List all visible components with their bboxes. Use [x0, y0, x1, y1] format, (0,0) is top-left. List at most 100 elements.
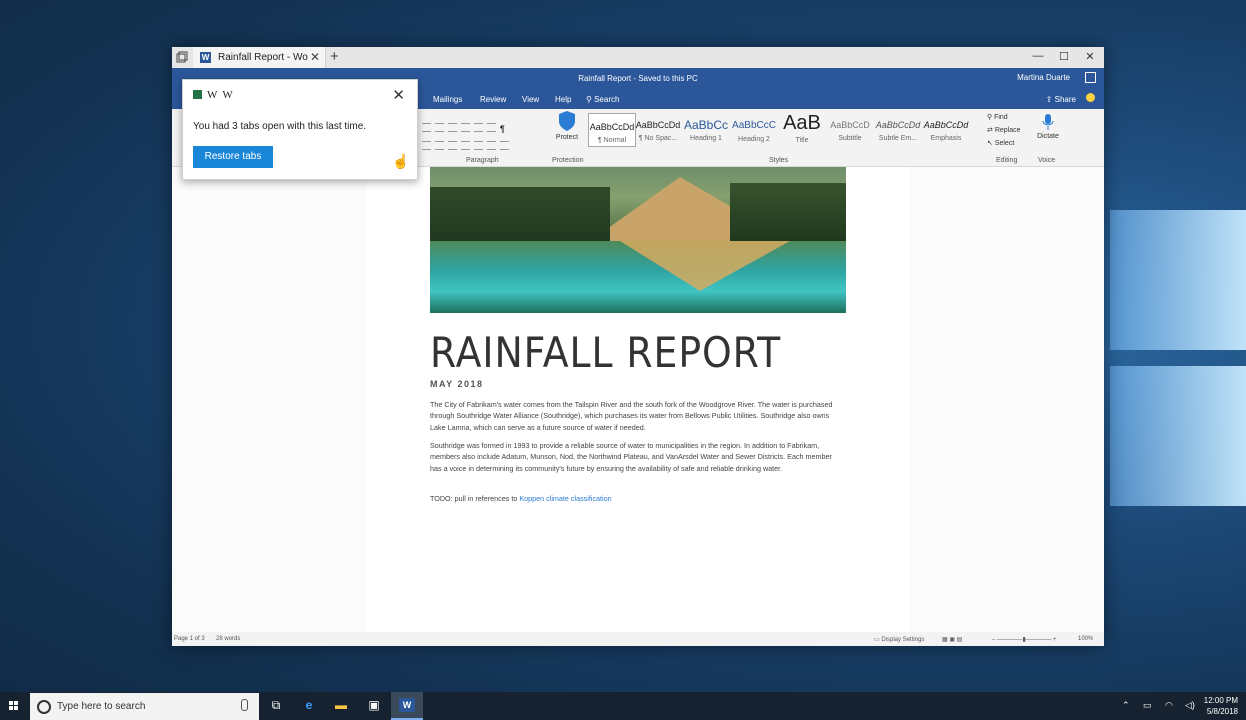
share-button[interactable]: ⇪ Share: [1046, 95, 1076, 104]
show-hidden-icons[interactable]: ⌃: [1122, 700, 1130, 711]
lake-photo: [430, 167, 846, 313]
find-label: Find: [994, 114, 1008, 121]
edge-icon[interactable]: e: [301, 698, 317, 714]
new-tab-button[interactable]: +: [330, 48, 339, 65]
clock-date: 5/8/2018: [1206, 707, 1238, 716]
file-explorer-icon[interactable]: ▬: [333, 698, 349, 714]
share-icon: ⇪: [1045, 95, 1055, 104]
style-subtitle[interactable]: AaBbCcD Subtitle: [827, 112, 873, 146]
style-sample: AaBbCc: [683, 118, 729, 132]
page-count[interactable]: Page 1 of 3: [174, 636, 205, 642]
replace-icon: ⇄: [987, 127, 995, 134]
style-normal[interactable]: AaBbCcDd ¶ Normal: [588, 113, 636, 147]
task-view-icon[interactable]: ⧉: [268, 698, 284, 714]
replace-button[interactable]: ⇄ Replace: [987, 126, 1021, 134]
word-taskbar-button[interactable]: W: [391, 692, 423, 720]
desktop-windows-logo: [1100, 200, 1246, 520]
style-no-spacing[interactable]: AaBbCcDd ¶ No Spac...: [635, 112, 681, 146]
wifi-icon[interactable]: ◠: [1165, 700, 1173, 711]
restore-tabs-button[interactable]: Restore tabs: [193, 146, 273, 168]
tab-view[interactable]: View: [522, 95, 539, 104]
group-label-styles: Styles: [769, 157, 789, 164]
protect-label: Protect: [555, 134, 579, 141]
tell-me-label: Search: [594, 95, 620, 104]
word-doc-icon: W: [207, 89, 218, 101]
find-button[interactable]: ⚲ Find: [987, 113, 1008, 121]
style-name: Heading 2: [738, 136, 770, 143]
ribbon-display-options-icon[interactable]: [1085, 72, 1096, 83]
user-name[interactable]: Martina Duarte: [1017, 73, 1070, 82]
style-sample: AaBbCcC: [732, 120, 776, 131]
tab-mailings[interactable]: Mailings: [433, 95, 462, 104]
taskbar-search-box[interactable]: Type here to search: [30, 693, 259, 720]
style-name: Heading 1: [690, 135, 722, 142]
paragraph-align-controls[interactable]: [422, 137, 513, 150]
cortana-icon: [37, 700, 51, 714]
style-sample: AaBbCcDd: [923, 120, 969, 130]
popup-message: You had 3 tabs open with this last time.: [193, 121, 367, 132]
style-subtle-emphasis[interactable]: AaBbCcDd Subtle Em...: [875, 112, 921, 146]
search-icon: ⚲: [586, 95, 595, 104]
group-label-paragraph: Paragraph: [466, 157, 499, 164]
select-button[interactable]: ↖ Select: [987, 139, 1014, 147]
battery-icon[interactable]: ▭: [1143, 700, 1152, 711]
style-sample: AaB: [783, 112, 821, 134]
minimize-button[interactable]: —: [1028, 50, 1048, 62]
document-paragraph-1: The City of Fabrikam's water comes from …: [430, 400, 833, 432]
microphone-icon[interactable]: [241, 699, 248, 711]
start-button[interactable]: [9, 701, 19, 711]
view-mode-icons[interactable]: ▦ ▣ ▤: [942, 636, 962, 643]
group-label-editing: Editing: [996, 157, 1018, 164]
status-bar: Page 1 of 3 28 words ▭ Display Settings …: [172, 632, 1104, 646]
tab-title: Rainfall Report - Wo: [218, 52, 308, 63]
select-label: Select: [994, 140, 1015, 147]
style-sample: AaBbCcD: [830, 120, 870, 130]
document-page[interactable]: RAINFALL REPORT MAY 2018 The City of Fab…: [366, 167, 909, 632]
todo-text: TODO: pull in references to: [430, 494, 520, 503]
volume-icon[interactable]: ◁): [1185, 700, 1195, 711]
close-window-button[interactable]: ✕: [1080, 50, 1100, 63]
taskbar: Type here to search ⧉ e ▬ ▣ W ⌃ ▭ ◠ ◁) 1…: [0, 692, 1246, 720]
style-name: Title: [795, 137, 809, 144]
style-sample: AaBbCcDd: [589, 122, 635, 132]
style-heading-1[interactable]: AaBbCc Heading 1: [683, 112, 729, 146]
microphone-icon: [1042, 114, 1054, 130]
tab-review[interactable]: Review: [480, 95, 506, 104]
paragraph-list-controls[interactable]: ¶: [422, 119, 509, 134]
group-label-voice: Voice: [1038, 157, 1056, 164]
store-icon[interactable]: ▣: [366, 698, 382, 714]
maximize-button[interactable]: ☐: [1054, 50, 1074, 63]
zoom-level[interactable]: 100%: [1078, 636, 1093, 642]
style-name: Emphasis: [930, 135, 962, 142]
system-clock[interactable]: 12:00 PM 5/8/2018: [1204, 695, 1238, 717]
document-todo-line: TODO: pull in references to Koppen clima…: [430, 493, 840, 504]
style-sample: AaBbCcDd: [875, 120, 921, 130]
style-heading-2[interactable]: AaBbCcC Heading 2: [731, 112, 777, 146]
style-title[interactable]: AaB Title: [779, 112, 825, 146]
word-doc-icon: W: [222, 89, 233, 101]
document-date: MAY 2018: [430, 379, 484, 389]
tab-help[interactable]: Help: [555, 95, 571, 104]
display-settings-button[interactable]: ▭ Display Settings: [874, 636, 924, 643]
sets-overview-icon[interactable]: [176, 51, 188, 63]
style-name: Subtitle: [838, 135, 862, 142]
dictate-button[interactable]: Dictate: [1034, 113, 1062, 140]
popup-close-icon[interactable]: ✕: [392, 86, 405, 104]
select-icon: ↖: [987, 140, 995, 147]
tell-me-search[interactable]: ⚲ Search: [586, 95, 619, 104]
style-sample: AaBbCcDd: [635, 120, 681, 130]
restore-tabs-popup: WW ✕ You had 3 tabs open with this last …: [182, 79, 418, 180]
zoom-slider[interactable]: – ──────▮────── +: [992, 636, 1057, 643]
feedback-smiley-icon[interactable]: [1086, 93, 1095, 102]
style-name: ¶ No Spac...: [638, 135, 678, 142]
protect-button[interactable]: Protect: [552, 110, 582, 141]
tab-close-icon[interactable]: ✕: [310, 50, 320, 64]
hand-cursor-icon: ☝: [392, 153, 410, 169]
style-name: ¶ Normal: [597, 137, 627, 144]
style-name: Subtle Em...: [878, 135, 918, 142]
style-emphasis[interactable]: AaBbCcDd Emphasis: [923, 112, 969, 146]
tab-rainfall-report[interactable]: W Rainfall Report - Wo ✕: [193, 47, 326, 68]
clock-time: 12:00 PM: [1203, 696, 1238, 705]
word-count[interactable]: 28 words: [216, 636, 240, 642]
koppen-link[interactable]: Koppen climate classification: [519, 494, 611, 503]
